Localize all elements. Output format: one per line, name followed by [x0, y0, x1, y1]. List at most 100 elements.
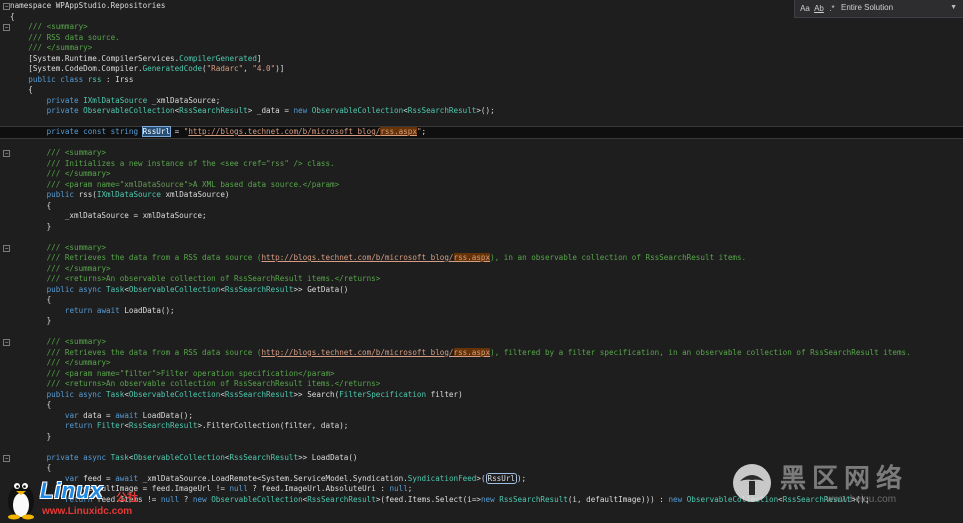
code-token: "Radarc": [206, 64, 244, 73]
code-token: FilterSpecification: [339, 389, 427, 399]
code-line[interactable]: [0, 442, 963, 453]
code-line[interactable]: }: [0, 222, 963, 233]
collapse-region-icon[interactable]: −: [3, 3, 10, 10]
code-line[interactable]: var data = await LoadData();: [0, 411, 963, 422]
code-token: /// Retrieves the data from a RSS data s…: [46, 253, 262, 262]
code-line[interactable]: [0, 327, 963, 338]
code-line[interactable]: }: [0, 432, 963, 443]
code-line[interactable]: /// <returns>An observable collection of…: [0, 274, 963, 285]
chevron-down-icon[interactable]: ▼: [950, 2, 957, 14]
code-line[interactable]: − /// <summary>: [0, 337, 963, 348]
code-line[interactable]: /// Retrieves the data from a RSS data s…: [0, 347, 963, 359]
code-line-current[interactable]: private const string RssUrl = "http://bl…: [0, 126, 963, 139]
search-scope-dropdown[interactable]: Entire Solution: [841, 2, 893, 14]
code-line[interactable]: [0, 232, 963, 243]
code-line-text: /// </summary>: [10, 169, 111, 180]
code-token: data =: [83, 410, 116, 420]
code-line[interactable]: /// </summary>: [0, 43, 963, 54]
code-token: [System.Runtime.CompilerServices.: [10, 53, 180, 63]
code-line[interactable]: public rss(IXmlDataSource xmlDataSource): [0, 190, 963, 201]
collapse-region-icon[interactable]: −: [3, 454, 10, 462]
code-token: rss: [87, 74, 102, 84]
code-token: _xmlDataSource.LoadRemote<System.Service…: [142, 473, 408, 483]
code-line[interactable]: − /// <summary>: [0, 243, 963, 254]
collapse-region-icon[interactable]: −: [3, 24, 10, 31]
code-token: ), filtered by a filter specification, i…: [490, 347, 911, 357]
code-line-text: /// Retrieves the data from a RSS data s…: [10, 253, 746, 264]
code-token: return await: [64, 305, 125, 315]
code-line[interactable]: [System.Runtime.CompilerServices.Compile…: [0, 54, 963, 65]
whole-word-toggle[interactable]: Ab: [813, 3, 825, 14]
code-line-text: /// <summary>: [10, 243, 106, 254]
watermark2-url: www.heiqu.com: [826, 494, 897, 505]
code-line[interactable]: public async Task<ObservableCollection<R…: [0, 390, 963, 401]
code-line-text: private const string RssUrl = "http://bl…: [10, 126, 426, 138]
code-line[interactable]: _xmlDataSource = xmlDataSource;: [0, 211, 963, 222]
code-token: namespace WPAppStudio.Repositories: [10, 1, 166, 10]
code-line[interactable]: [System.CodeDom.Compiler.GeneratedCode("…: [0, 64, 963, 75]
collapse-region-icon[interactable]: −: [3, 339, 10, 346]
code-line-text: }: [10, 316, 52, 327]
code-line[interactable]: public class rss : Irss: [0, 75, 963, 86]
code-token: Filter: [96, 421, 125, 430]
code-line[interactable]: private ObservableCollection<RssSearchRe…: [0, 106, 963, 117]
code-line[interactable]: return feed.Items != null ? new Observab…: [0, 495, 963, 506]
code-token: LoadData();: [142, 410, 193, 420]
code-line[interactable]: /// <returns>An observable collection of…: [0, 379, 963, 390]
code-token: Task: [110, 452, 129, 462]
code-line-text: {: [10, 400, 52, 411]
code-token: private async: [46, 452, 111, 462]
code-line[interactable]: [0, 117, 963, 128]
code-line[interactable]: /// Initializes a new instance of the <s…: [0, 159, 963, 170]
code-line-text: [System.Runtime.CompilerServices.Compile…: [10, 54, 261, 65]
regex-toggle[interactable]: .*: [827, 3, 837, 14]
code-line[interactable]: return Filter<RssSearchResult>.FilterCol…: [0, 421, 963, 432]
code-token: return: [64, 421, 97, 430]
code-line[interactable]: return await LoadData();: [0, 306, 963, 317]
code-line[interactable]: {: [0, 201, 963, 212]
collapse-region-icon[interactable]: −: [3, 150, 10, 157]
code-token: ObservableCollection: [133, 452, 225, 462]
code-line[interactable]: private IXmlDataSource _xmlDataSource;: [0, 96, 963, 107]
code-line[interactable]: {: [0, 295, 963, 306]
code-line-text: /// </summary>: [10, 43, 92, 54]
code-line[interactable]: {: [0, 85, 963, 96]
code-line[interactable]: [0, 138, 963, 149]
code-line[interactable]: − /// <summary>: [0, 148, 963, 159]
code-token: /// </summary>: [46, 169, 111, 178]
code-token: /// Retrieves the data from a RSS data s…: [46, 347, 262, 357]
code-line[interactable]: /// </summary>: [0, 358, 963, 369]
code-line-text: private ObservableCollection<RssSearchRe…: [10, 106, 495, 117]
code-line-text: /// <returns>An observable collection of…: [10, 274, 381, 285]
code-token: _xmlDataSource;: [147, 95, 221, 105]
code-line[interactable]: /// <param name="xmlDataSource">A XML ba…: [0, 180, 963, 191]
code-token: ObservableCollection: [311, 106, 404, 115]
code-token: /// Initializes a new instance of the <s…: [46, 158, 267, 168]
code-token: private: [46, 106, 84, 115]
code-line[interactable]: /// </summary>: [0, 169, 963, 180]
code-token: >(feed.Items.Select(i=>: [375, 494, 481, 504]
code-line[interactable]: /// RSS data source.: [0, 33, 963, 44]
code-line[interactable]: /// <param name="filter">Filter operatio…: [0, 369, 963, 380]
code-line[interactable]: /// Retrieves the data from a RSS data s…: [0, 253, 963, 264]
code-token: );: [516, 473, 527, 483]
code-area[interactable]: − namespace WPAppStudio.Repositories{− //…: [0, 1, 963, 505]
code-line[interactable]: public async Task<ObservableCollection<R…: [0, 285, 963, 296]
code-editor[interactable]: − namespace WPAppStudio.Repositories{− //…: [0, 0, 963, 523]
code-line[interactable]: {: [0, 400, 963, 411]
code-line-text: public async Task<ObservableCollection<R…: [10, 390, 463, 401]
code-line[interactable]: /// </summary>: [0, 264, 963, 275]
collapse-region-icon[interactable]: −: [3, 244, 10, 252]
code-line-text: /// <summary>: [10, 22, 87, 33]
code-line[interactable]: − /// <summary>: [0, 22, 963, 33]
find-bar: Aa Ab .* Entire Solution ▼: [794, 0, 963, 18]
code-line[interactable]: }: [0, 316, 963, 327]
match-case-toggle[interactable]: Aa: [799, 3, 811, 14]
code-token: ObservableCollection: [211, 494, 303, 504]
